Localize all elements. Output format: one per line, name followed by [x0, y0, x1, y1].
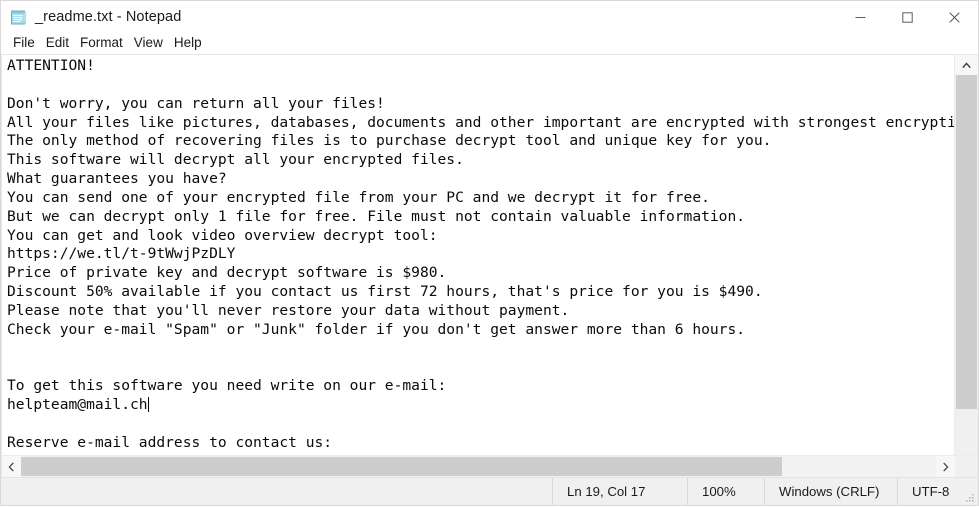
text-line-content: helpmanager@airmail.cc — [7, 453, 200, 455]
text-line — [7, 415, 954, 434]
window-title: _readme.txt - Notepad — [35, 9, 181, 25]
scroll-up-button[interactable] — [955, 55, 978, 75]
text-line: Price of private key and decrypt softwar… — [7, 264, 954, 283]
text-line-content: You can get and look video overview decr… — [7, 227, 438, 244]
text-line: Discount 50% available if you contact us… — [7, 283, 954, 302]
text-caret — [148, 397, 149, 412]
text-line: To get this software you need write on o… — [7, 377, 954, 396]
minimize-button[interactable] — [837, 1, 884, 33]
text-content: ATTENTION! Don't worry, you can return al… — [7, 57, 954, 455]
text-line-content: helpteam@mail.ch — [7, 396, 148, 413]
text-line-content: Reserve e-mail address to contact us: — [7, 434, 332, 451]
text-line: All your files like pictures, databases,… — [7, 114, 954, 133]
status-bar: Ln 19, Col 17 100% Windows (CRLF) UTF-8 — [1, 477, 978, 505]
title-bar: _readme.txt - Notepad — [1, 1, 978, 33]
maximize-button[interactable] — [884, 1, 931, 33]
menu-item-view[interactable]: View — [129, 34, 169, 53]
text-line-content: Price of private key and decrypt softwar… — [7, 264, 446, 281]
close-button[interactable] — [931, 1, 978, 33]
text-line-content: Check your e-mail "Spam" or "Junk" folde… — [7, 321, 745, 338]
status-line-ending[interactable]: Windows (CRLF) — [765, 478, 883, 505]
text-line: You can send one of your encrypted file … — [7, 189, 954, 208]
text-line: helpteam@mail.ch — [7, 396, 954, 415]
text-line: Reserve e-mail address to contact us: — [7, 434, 954, 453]
text-line — [7, 340, 954, 359]
text-line-content: Please note that you'll never restore yo… — [7, 302, 569, 319]
text-line — [7, 76, 954, 95]
text-line: Don't worry, you can return all your fil… — [7, 95, 954, 114]
scroll-right-button[interactable] — [936, 456, 955, 477]
text-line-content: Don't worry, you can return all your fil… — [7, 95, 385, 112]
text-line-content: https://we.tl/t-9tWwjPzDLY — [7, 245, 235, 262]
title-bar-left: _readme.txt - Notepad — [1, 9, 837, 26]
text-line: ATTENTION! — [7, 57, 954, 76]
menu-bar: File Edit Format View Help — [1, 33, 978, 54]
text-line-content: ATTENTION! — [7, 57, 95, 74]
resize-grip[interactable] — [963, 490, 975, 502]
text-line: helpmanager@airmail.cc — [7, 453, 954, 455]
text-line: https://we.tl/t-9tWwjPzDLY — [7, 245, 954, 264]
vertical-scroll-thumb[interactable] — [956, 75, 977, 409]
menu-item-help[interactable]: Help — [169, 34, 208, 53]
text-line-content: This software will decrypt all your encr… — [7, 151, 464, 168]
text-line-content: To get this software you need write on o… — [7, 377, 446, 394]
text-line: This software will decrypt all your encr… — [7, 151, 954, 170]
text-line-content: But we can decrypt only 1 file for free.… — [7, 208, 745, 225]
text-line-content: Discount 50% available if you contact us… — [7, 283, 763, 300]
editor-row: ATTENTION! Don't worry, you can return al… — [1, 54, 978, 455]
text-line: But we can decrypt only 1 file for free.… — [7, 208, 954, 227]
status-cursor-position: Ln 19, Col 17 — [553, 478, 673, 505]
horizontal-scroll-track[interactable] — [21, 456, 936, 477]
text-line — [7, 359, 954, 378]
menu-item-edit[interactable]: Edit — [41, 34, 75, 53]
window-controls — [837, 1, 978, 33]
text-line: Please note that you'll never restore yo… — [7, 302, 954, 321]
notepad-icon — [10, 9, 27, 26]
horizontal-scrollbar[interactable] — [1, 455, 978, 477]
status-zoom-level[interactable]: 100% — [688, 478, 750, 505]
editor-region: ATTENTION! Don't worry, you can return al… — [1, 54, 978, 477]
scrollbar-corner — [955, 456, 978, 477]
text-line-content: All your files like pictures, databases,… — [7, 114, 954, 131]
text-line-content: The only method of recovering files is t… — [7, 132, 771, 149]
notepad-window: _readme.txt - Notepad File Edit Format V… — [0, 0, 979, 506]
menu-item-format[interactable]: Format — [75, 34, 129, 53]
text-editor[interactable]: ATTENTION! Don't worry, you can return al… — [1, 54, 954, 455]
text-line: What guarantees you have? — [7, 170, 954, 189]
text-line-content: You can send one of your encrypted file … — [7, 189, 710, 206]
text-line-content: What guarantees you have? — [7, 170, 227, 187]
vertical-scrollbar[interactable] — [954, 54, 978, 455]
menu-item-file[interactable]: File — [8, 34, 41, 53]
text-line: The only method of recovering files is t… — [7, 132, 954, 151]
horizontal-scroll-thumb[interactable] — [21, 457, 782, 476]
vertical-scroll-track[interactable] — [955, 75, 978, 455]
text-line: Check your e-mail "Spam" or "Junk" folde… — [7, 321, 954, 340]
scroll-left-button[interactable] — [2, 456, 21, 477]
text-line: You can get and look video overview decr… — [7, 227, 954, 246]
